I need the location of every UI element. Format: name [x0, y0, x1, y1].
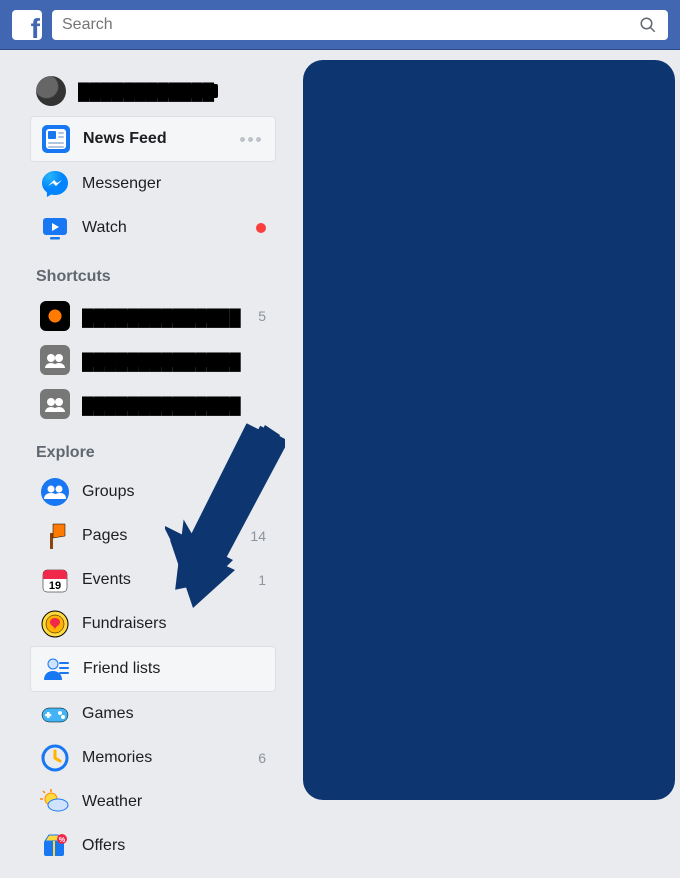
sidebar-item-label: Messenger [82, 175, 266, 193]
svg-text:%: % [59, 837, 66, 844]
sidebar-item-label: Weather [82, 793, 254, 811]
shortcut-label: ██████████████ [82, 354, 232, 367]
sidebar-item-label: Friend lists [83, 660, 253, 678]
watch-icon [40, 213, 70, 243]
shortcut-label: ██████████████ [82, 398, 232, 411]
group-thumbnail-icon [40, 301, 70, 331]
facebook-logo[interactable]: f [12, 10, 42, 40]
sidebar-item-shortcut[interactable]: ██████████████ 5 [30, 294, 276, 338]
left-sidebar: ████████████ News Feed Messenger Watch S… [0, 50, 290, 878]
groups-icon [40, 477, 70, 507]
profile-link[interactable]: ████████████ [30, 70, 276, 116]
avatar [36, 76, 66, 106]
sidebar-item-fundraisers[interactable]: Fundraisers [30, 602, 276, 646]
search-input[interactable] [62, 16, 638, 34]
offers-icon: % [40, 831, 70, 861]
sidebar-item-label: Games [82, 705, 254, 723]
news-feed-icon [41, 124, 71, 154]
sidebar-item-label: News Feed [83, 130, 228, 148]
sidebar-item-events[interactable]: 19 Events 1 [30, 558, 276, 602]
count-badge: 6 [258, 750, 266, 766]
section-header-shortcuts: Shortcuts [30, 250, 276, 294]
sidebar-item-watch[interactable]: Watch [30, 206, 276, 250]
search-icon[interactable] [638, 15, 658, 35]
memories-icon [40, 743, 70, 773]
fundraisers-icon [40, 609, 70, 639]
sidebar-item-messenger[interactable]: Messenger [30, 162, 276, 206]
search-bar[interactable] [52, 10, 668, 40]
count-badge: 1 [258, 572, 266, 588]
sidebar-item-shortcut[interactable]: ██████████████ [30, 382, 276, 426]
section-header-explore: Explore [30, 426, 276, 470]
sidebar-item-offers[interactable]: % Offers [30, 824, 276, 868]
events-icon: 19 [40, 565, 70, 595]
pages-icon [40, 521, 70, 551]
top-bar: f [0, 0, 680, 50]
sidebar-item-news-feed[interactable]: News Feed [30, 116, 276, 162]
group-thumbnail-icon [40, 389, 70, 419]
sidebar-item-groups[interactable]: Groups [30, 470, 276, 514]
group-thumbnail-icon [40, 345, 70, 375]
count-badge: 14 [250, 528, 266, 544]
messenger-icon [40, 169, 70, 199]
games-icon [40, 699, 70, 729]
sidebar-item-label: Fundraisers [82, 615, 254, 633]
notification-dot [256, 223, 266, 233]
sidebar-item-label: Watch [82, 219, 244, 237]
sidebar-item-friend-lists[interactable]: Friend lists [30, 646, 276, 692]
friend-lists-icon [41, 654, 71, 684]
weather-icon [40, 787, 70, 817]
sidebar-item-label: Events [82, 571, 246, 589]
sidebar-item-label: Memories [82, 749, 246, 767]
sidebar-item-shortcut[interactable]: ██████████████ [30, 338, 276, 382]
sidebar-item-label: Offers [82, 837, 254, 855]
shortcut-label: ██████████████ [82, 310, 222, 323]
count-badge: 5 [258, 308, 266, 324]
sidebar-item-pages[interactable]: Pages 14 [30, 514, 276, 558]
profile-name: ████████████ [78, 84, 218, 98]
svg-text:19: 19 [49, 580, 61, 592]
ellipsis-icon[interactable] [240, 137, 265, 142]
sidebar-item-label: Pages [82, 527, 238, 545]
sidebar-item-label: Groups [82, 483, 254, 501]
sidebar-item-memories[interactable]: Memories 6 [30, 736, 276, 780]
content-overlay-panel [303, 60, 675, 800]
sidebar-item-games[interactable]: Games [30, 692, 276, 736]
sidebar-item-weather[interactable]: Weather [30, 780, 276, 824]
